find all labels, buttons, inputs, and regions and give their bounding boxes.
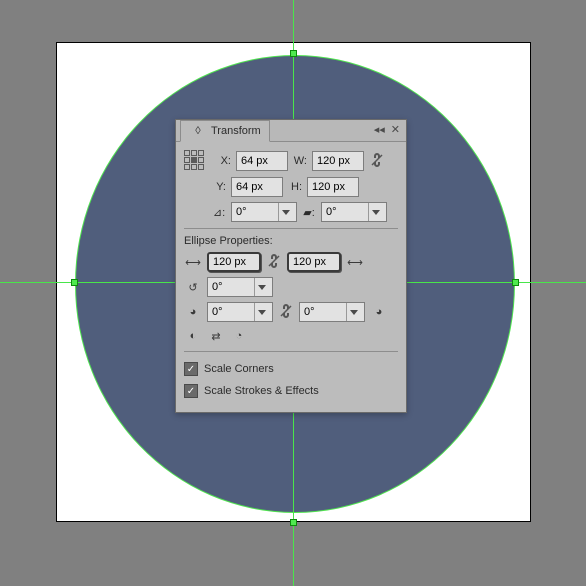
w-label: W: <box>293 155 307 167</box>
pie-start-icon: ↺ <box>184 278 202 296</box>
scale-corners-checkbox[interactable]: ✓ Scale Corners <box>184 358 398 380</box>
transform-tab[interactable]: ◊ Transform <box>180 120 270 142</box>
invert-pie-icon[interactable]: ◐ <box>184 327 202 345</box>
panel-tabbar: ◊ Transform ◂◂ ✕ <box>176 120 406 142</box>
pie-start-dropdown[interactable] <box>254 278 268 296</box>
scale-corners-label: Scale Corners <box>204 363 274 375</box>
rotate-dropdown[interactable] <box>278 203 292 221</box>
reference-point-grid[interactable] <box>184 150 206 172</box>
x-input[interactable] <box>236 151 288 171</box>
anchor-handle-bottom[interactable] <box>290 519 297 526</box>
panel-title: Transform <box>211 125 261 137</box>
tab-icon: ◊ <box>189 122 207 140</box>
x-label: X: <box>217 155 231 167</box>
checkbox-checked-icon: ✓ <box>184 384 198 398</box>
ellipse-height-input[interactable] <box>287 252 341 272</box>
pie-angle1-input[interactable] <box>207 302 273 322</box>
ellipse-properties-label: Ellipse Properties: <box>184 235 273 247</box>
divider <box>184 351 398 352</box>
shear-icon: ▰: <box>302 206 316 219</box>
h-input[interactable] <box>307 177 359 197</box>
pie-angle2-input[interactable] <box>299 302 365 322</box>
ellipse-width-icon: ⟷ <box>184 253 202 271</box>
scale-strokes-checkbox[interactable]: ✓ Scale Strokes & Effects <box>184 380 398 402</box>
link-wh-icon[interactable] <box>369 152 385 171</box>
transform-panel: ◊ Transform ◂◂ ✕ X: W: Y: H: <box>175 119 407 413</box>
anchor-handle-right[interactable] <box>512 279 519 286</box>
pie-angle1-dropdown[interactable] <box>254 303 268 321</box>
y-label: Y: <box>212 181 226 193</box>
y-input[interactable] <box>231 177 283 197</box>
w-input[interactable] <box>312 151 364 171</box>
shear-input[interactable] <box>321 202 387 222</box>
pie-angle2-dropdown[interactable] <box>346 303 360 321</box>
reset-pie-icon[interactable]: ◔ <box>230 327 248 345</box>
link-ellipse-icon[interactable] <box>266 253 282 272</box>
swap-pie-icon[interactable]: ⇄ <box>207 327 225 345</box>
h-label: H: <box>288 181 302 193</box>
scale-strokes-label: Scale Strokes & Effects <box>204 385 319 397</box>
collapse-icon[interactable]: ◂◂ <box>374 123 385 136</box>
anchor-handle-top[interactable] <box>290 50 297 57</box>
rotate-input[interactable] <box>231 202 297 222</box>
close-icon[interactable]: ✕ <box>391 123 400 136</box>
pie-angle1-icon: ◕ <box>184 303 202 321</box>
ellipse-width-input[interactable] <box>207 252 261 272</box>
divider <box>184 228 398 229</box>
rotate-icon: ⊿: <box>212 206 226 219</box>
checkbox-checked-icon: ✓ <box>184 362 198 376</box>
shear-dropdown[interactable] <box>368 203 382 221</box>
pie-angle2-icon: ◕ <box>370 303 388 321</box>
ellipse-height-icon: ⟷ <box>346 253 364 271</box>
pie-start-input[interactable] <box>207 277 273 297</box>
anchor-handle-left[interactable] <box>71 279 78 286</box>
link-pie-icon[interactable] <box>278 303 294 322</box>
